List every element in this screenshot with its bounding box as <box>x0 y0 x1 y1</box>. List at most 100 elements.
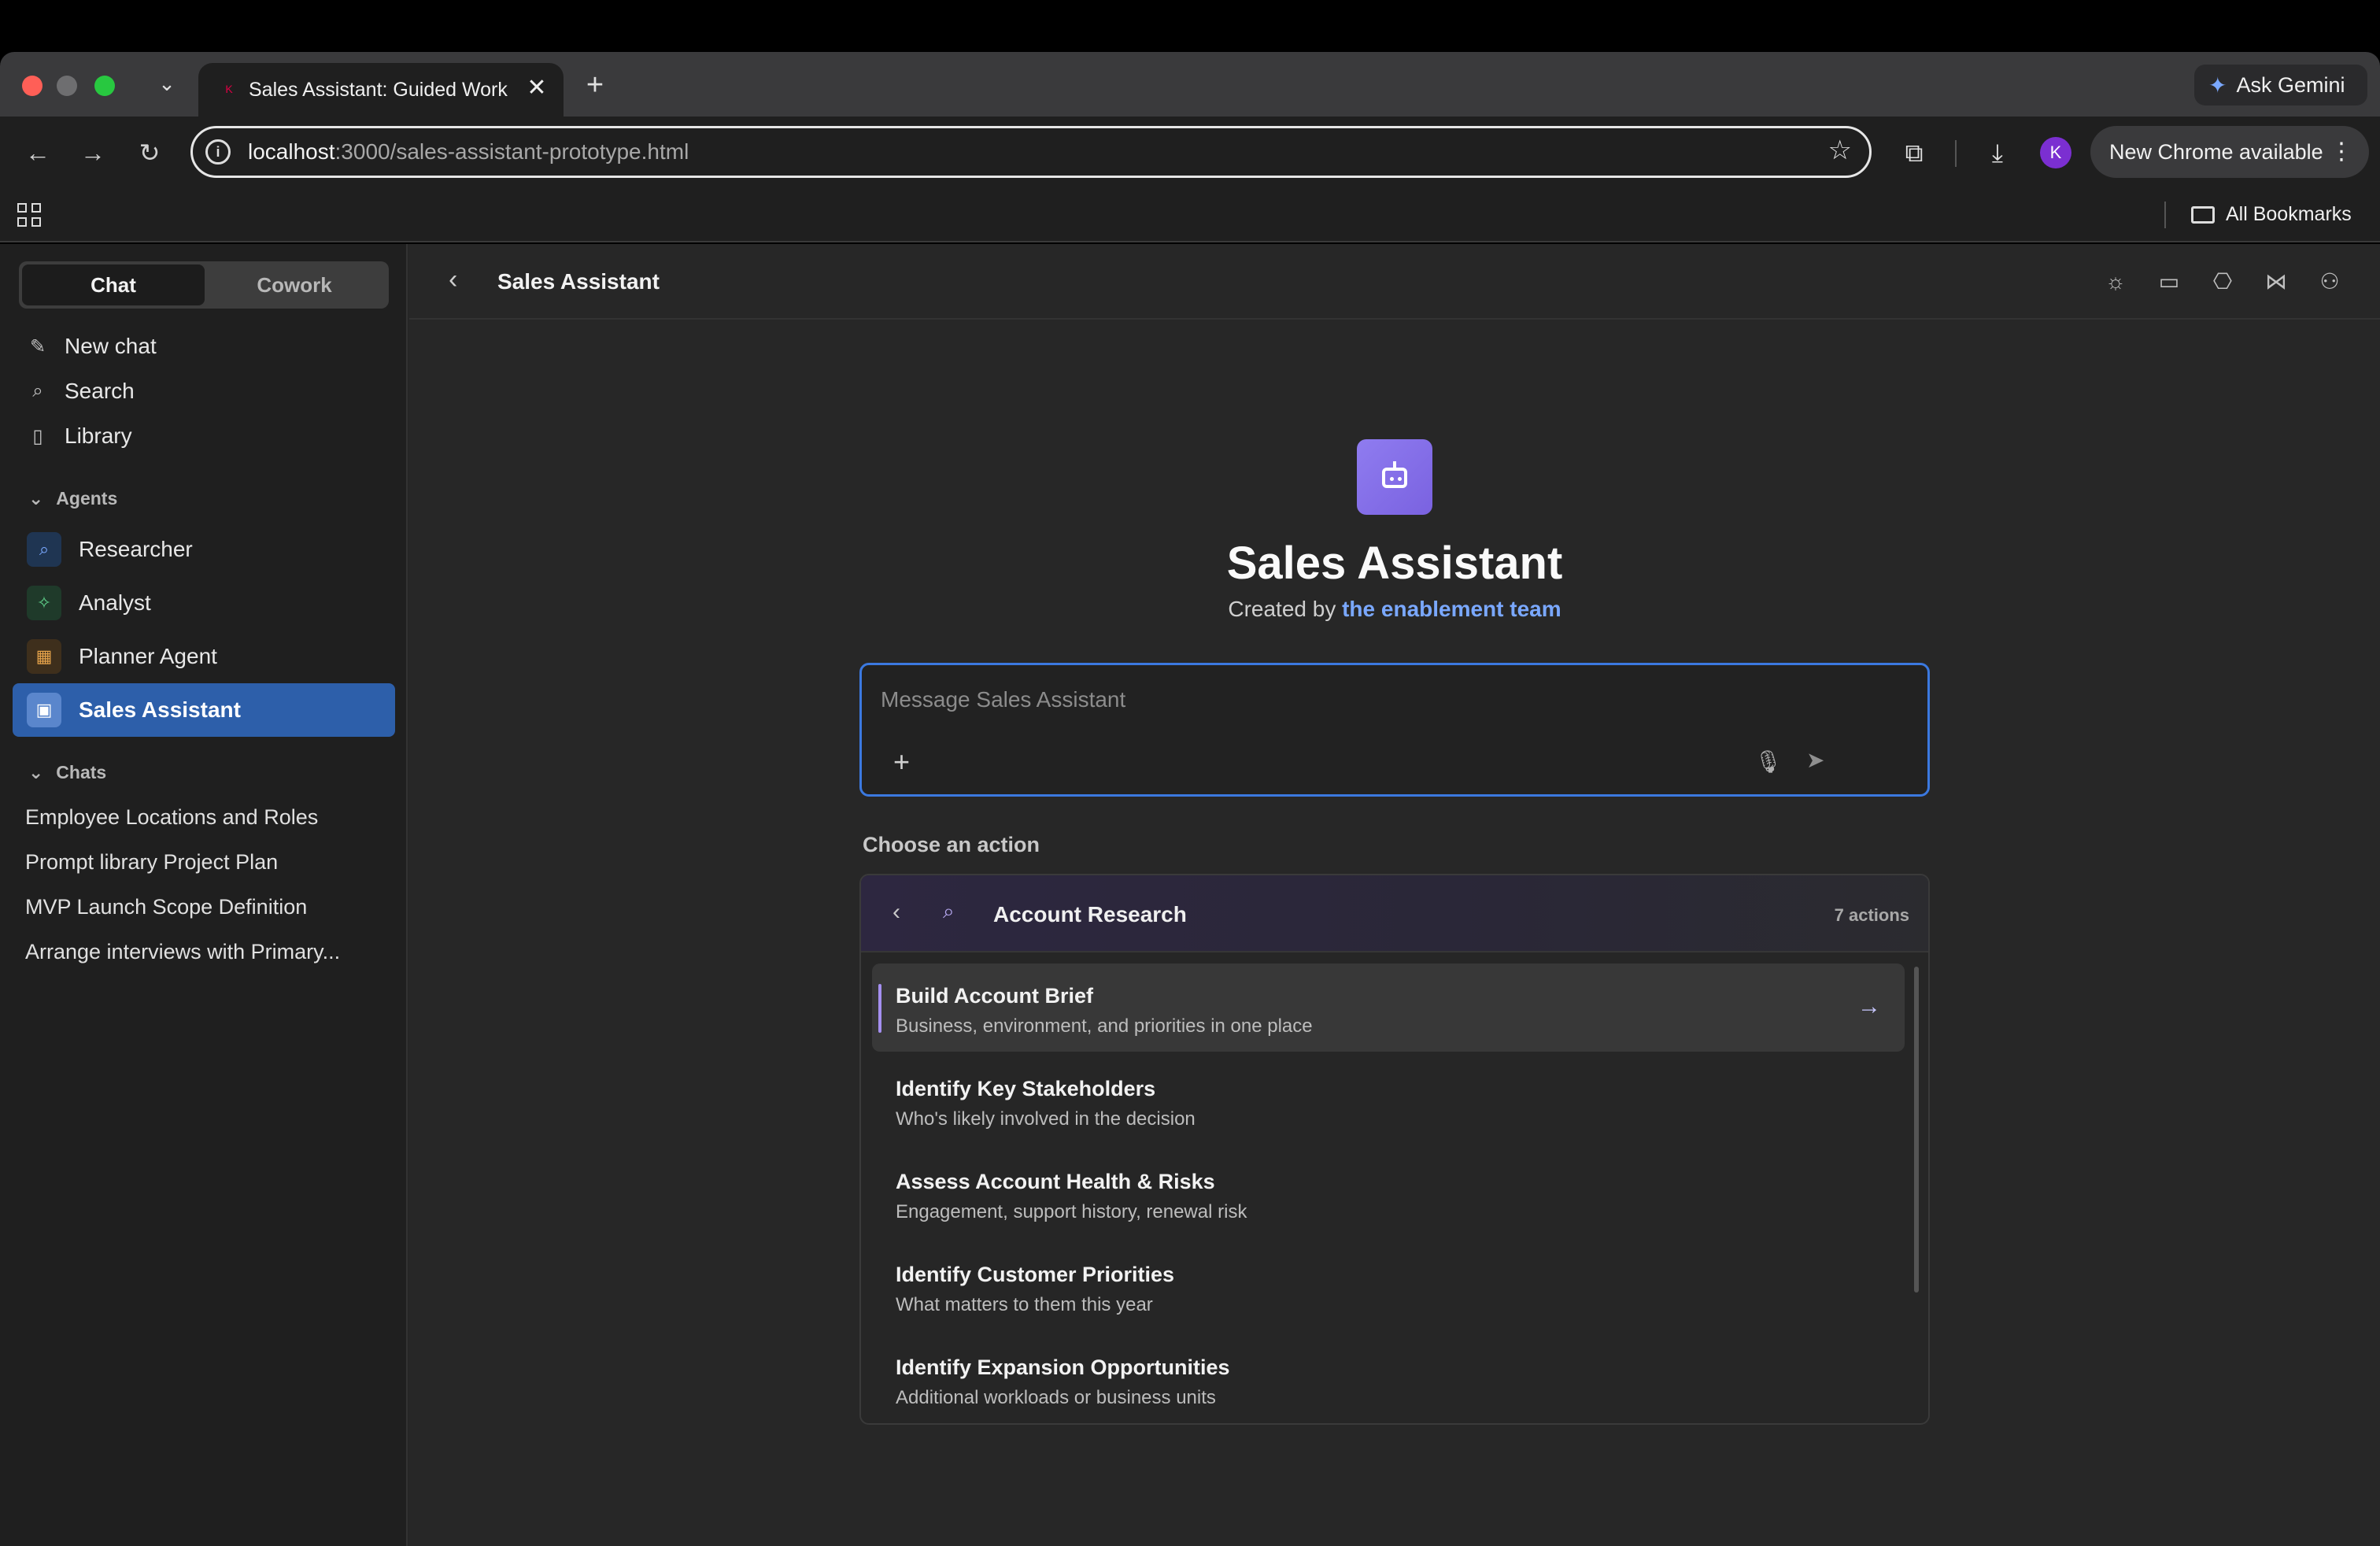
theme-sun-icon[interactable]: ☼ <box>2100 266 2131 298</box>
reload-icon[interactable]: ↻ <box>131 134 168 172</box>
users-icon[interactable]: ⚇ <box>2314 266 2345 298</box>
new-chrome-available-button[interactable]: New Chrome available ⋮ <box>2090 126 2369 178</box>
address-url[interactable]: localhost:3000/sales-assistant-prototype… <box>248 139 689 165</box>
mode-toggle: Chat Cowork <box>19 261 389 309</box>
action-identify-key-stakeholders[interactable]: Identify Key Stakeholders Who's likely i… <box>872 1056 1905 1145</box>
chat-item[interactable]: Arrange interviews with Primary... <box>25 940 340 964</box>
tab-search-chevron-icon[interactable]: ⌄ <box>154 71 179 96</box>
action-desc: Who's likely involved in the decision <box>896 1108 1196 1130</box>
chat-item[interactable]: Employee Locations and Roles <box>25 805 318 830</box>
new-tab-button[interactable]: + <box>579 69 611 101</box>
back-chevron-icon[interactable]: ‹ <box>449 264 457 295</box>
new-chat-link[interactable]: ✎ New chat <box>27 334 157 359</box>
mode-chat-tab[interactable]: Chat <box>22 264 205 305</box>
agent-label: Researcher <box>79 537 193 561</box>
action-panel: ‹ ⌕ Account Research 7 actions Build Acc… <box>859 874 1930 1425</box>
bookmark-star-icon[interactable]: ☆ <box>1828 135 1852 166</box>
main-header: ‹ Sales Assistant ☼ ▭ ⎔ ⋈ ⚇ <box>409 244 2380 320</box>
agent-label: Planner Agent <box>79 644 217 668</box>
apps-grid-icon[interactable] <box>17 203 41 227</box>
choose-action-label: Choose an action <box>863 833 1040 856</box>
action-identify-expansion-opportunities[interactable]: Identify Expansion Opportunities Additio… <box>872 1335 1905 1423</box>
favicon-icon: K <box>220 80 238 98</box>
search-link[interactable]: ⌕ Search <box>27 379 134 404</box>
maximize-window-button[interactable] <box>94 76 115 96</box>
chevron-down-icon: ⌄ <box>28 488 44 509</box>
action-title: Identify Customer Priorities <box>896 1263 1175 1286</box>
toolbar-divider <box>1955 140 1957 167</box>
created-by-prefix: Created by <box>1228 597 1336 621</box>
ask-gemini-label: Ask Gemini <box>2236 72 2345 97</box>
panel-title: Account Research <box>993 902 1187 926</box>
send-icon[interactable]: ➤ <box>1806 747 1824 773</box>
gemini-sparkle-icon: ✦ <box>2208 72 2227 98</box>
action-panel-header: ‹ ⌕ Account Research 7 actions <box>861 875 1928 952</box>
library-link[interactable]: ▯ Library <box>27 423 132 449</box>
tab-close-icon[interactable]: ✕ <box>523 74 551 102</box>
mode-cowork-tab[interactable]: Cowork <box>203 264 386 305</box>
bookmarks-divider <box>2164 202 2166 228</box>
agent-label: Sales Assistant <box>79 697 241 722</box>
action-desc: Business, environment, and priorities in… <box>896 1015 1313 1037</box>
arrow-right-icon: → <box>1857 993 1881 1019</box>
creator-link[interactable]: the enablement team <box>1342 597 1561 621</box>
search-icon: ⌕ <box>27 532 61 567</box>
site-info-icon[interactable]: i <box>205 139 231 165</box>
back-arrow-icon[interactable]: ← <box>19 134 57 172</box>
url-host: localhost <box>248 139 335 164</box>
sidebar-agent-sales-assistant[interactable]: ▣ Sales Assistant <box>13 683 395 737</box>
new-chat-label: New chat <box>65 334 157 358</box>
action-assess-account-health[interactable]: Assess Account Health & Risks Engagement… <box>872 1149 1905 1237</box>
new-chrome-label: New Chrome available <box>2109 140 2323 164</box>
action-desc: Engagement, support history, renewal ris… <box>896 1201 1247 1222</box>
message-composer[interactable]: Message Sales Assistant + 🎙︎ ➤ <box>859 663 1930 797</box>
action-title: Assess Account Health & Risks <box>896 1170 1215 1193</box>
extensions-puzzle-icon[interactable]: ⧉ <box>1897 135 1931 170</box>
folder-icon <box>2191 205 2215 224</box>
header-title: Sales Assistant <box>497 269 660 294</box>
chats-section-toggle[interactable]: ⌄ Chats <box>28 762 106 783</box>
forward-arrow-icon[interactable]: → <box>74 134 112 172</box>
action-identify-customer-priorities[interactable]: Identify Customer Priorities What matter… <box>872 1242 1905 1330</box>
book-icon: ▯ <box>32 425 43 447</box>
chats-header: Chats <box>56 762 107 782</box>
browser-tab-active[interactable]: K Sales Assistant: Guided Work ✕ <box>198 63 564 117</box>
sparkle-icon: ✧ <box>27 586 61 620</box>
bot-avatar-icon <box>1357 439 1432 515</box>
search-icon: ⌕ <box>32 380 43 401</box>
sidebar-agent-analyst[interactable]: ✧ Analyst <box>13 576 395 630</box>
add-attachment-icon[interactable]: + <box>893 745 910 779</box>
agents-section-toggle[interactable]: ⌄ Agents <box>28 488 117 509</box>
tab-title: Sales Assistant: Guided Work <box>249 79 508 101</box>
sidebar: Chat Cowork ✎ New chat ⌕ Search ▯ Librar… <box>0 244 408 1546</box>
briefcase-icon: ▣ <box>27 693 61 727</box>
share-icon[interactable]: ⋈ <box>2260 266 2292 298</box>
chat-item[interactable]: MVP Launch Scope Definition <box>25 895 307 919</box>
library-label: Library <box>65 423 132 448</box>
all-bookmarks-label: All Bookmarks <box>2226 203 2352 225</box>
macos-menubar <box>0 0 2380 52</box>
microphone-icon[interactable]: 🎙︎ <box>1754 749 1783 775</box>
action-list-scrollbar[interactable] <box>1914 967 1919 1293</box>
downloads-icon[interactable]: ⤓ <box>1980 135 2015 170</box>
pencil-icon: ✎ <box>29 335 46 357</box>
action-title: Identify Key Stakeholders <box>896 1077 1156 1100</box>
bookmark-icon[interactable]: ⎔ <box>2207 266 2238 298</box>
more-vert-icon[interactable]: ⋮ <box>2330 126 2353 178</box>
comment-icon[interactable]: ▭ <box>2153 266 2185 298</box>
calendar-icon: ▦ <box>27 639 61 674</box>
chat-item[interactable]: Prompt library Project Plan <box>25 850 278 875</box>
sidebar-agent-researcher[interactable]: ⌕ Researcher <box>13 523 395 576</box>
profile-avatar[interactable]: K <box>2040 137 2071 168</box>
close-window-button[interactable] <box>22 76 42 96</box>
panel-back-chevron-icon[interactable]: ‹ <box>893 899 900 926</box>
minimize-window-button[interactable] <box>57 76 77 96</box>
ask-gemini-button[interactable]: ✦ Ask Gemini <box>2194 65 2367 105</box>
address-bar[interactable]: i localhost:3000/sales-assistant-prototy… <box>190 126 1872 178</box>
action-build-account-brief[interactable]: Build Account Brief Business, environmen… <box>872 963 1905 1052</box>
agent-name: Sales Assistant <box>1226 538 1563 589</box>
all-bookmarks-button[interactable]: All Bookmarks <box>2191 203 2352 226</box>
message-input[interactable]: Message Sales Assistant <box>881 687 1125 712</box>
panel-action-count: 7 actions <box>1834 905 1909 925</box>
sidebar-agent-planner[interactable]: ▦ Planner Agent <box>13 630 395 683</box>
